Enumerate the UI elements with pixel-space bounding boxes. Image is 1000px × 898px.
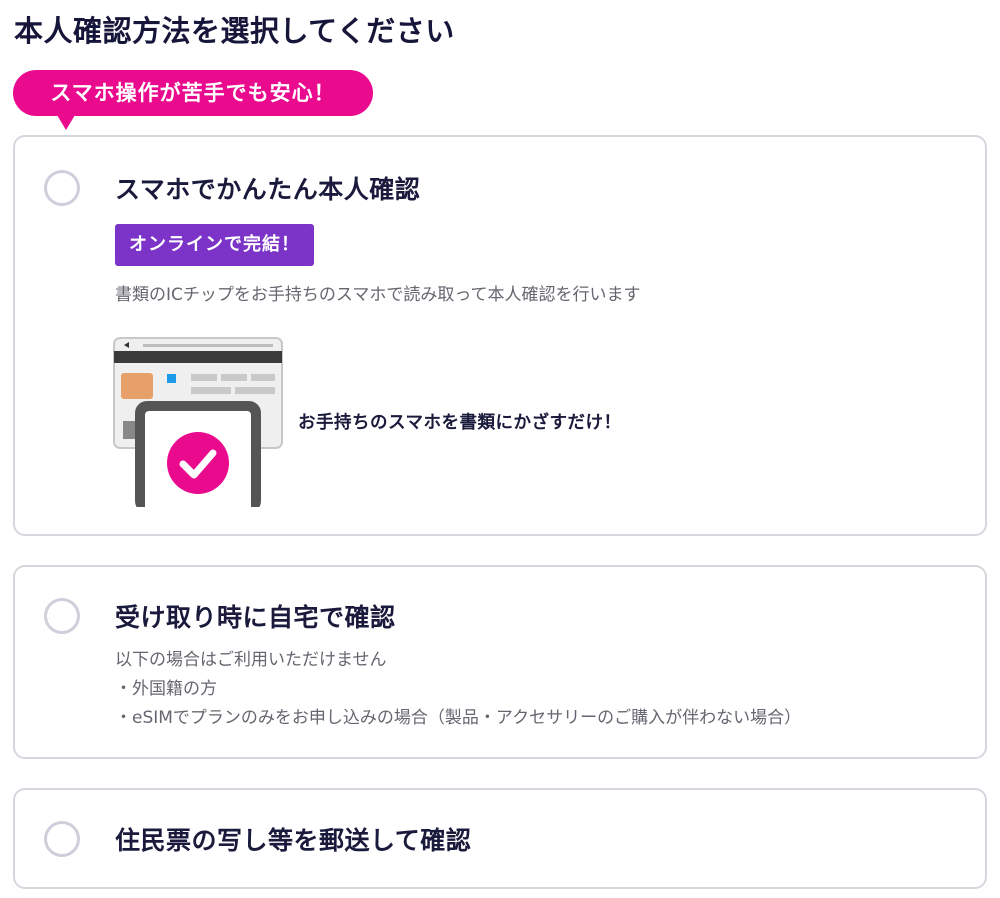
illustration-caption: お手持ちのスマホを書類にかざすだけ！ <box>298 413 622 433</box>
option-smartphone-verification[interactable]: スマホでかんたん本人確認 オンラインで完結！ 書類のICチップをお手持ちのスマホ… <box>13 135 987 536</box>
option-home-delivery-verification[interactable]: 受け取り時に自宅で確認 以下の場合はご利用いただけません ・外国籍の方 ・eSI… <box>13 565 987 759</box>
restriction-note: 以下の場合はご利用いただけません <box>115 650 387 670</box>
option-title: 受け取り時に自宅で確認 <box>115 603 396 632</box>
radio-unselected-icon[interactable] <box>44 170 80 206</box>
restriction-item: ・外国籍の方 <box>115 679 217 699</box>
option-description: 書類のICチップをお手持ちのスマホで読み取って本人確認を行います <box>115 285 641 305</box>
checkmark-circle-icon <box>167 432 229 494</box>
promo-badge: スマホ操作が苦手でも安心！ <box>13 70 373 130</box>
option-mail-residence-certificate[interactable]: 住民票の写し等を郵送して確認 <box>13 788 987 889</box>
online-complete-tag: オンラインで完結！ <box>115 224 314 266</box>
page-title: 本人確認方法を選択してください <box>14 14 455 48</box>
radio-unselected-icon[interactable] <box>44 821 80 857</box>
id-card-smartphone-illustration <box>113 337 283 507</box>
radio-unselected-icon[interactable] <box>44 598 80 634</box>
option-title: スマホでかんたん本人確認 <box>115 175 421 204</box>
restriction-item: ・eSIMでプランのみをお申し込みの場合（製品・アクセサリーのご購入が伴わない場… <box>115 708 802 728</box>
option-title: 住民票の写し等を郵送して確認 <box>115 826 472 855</box>
